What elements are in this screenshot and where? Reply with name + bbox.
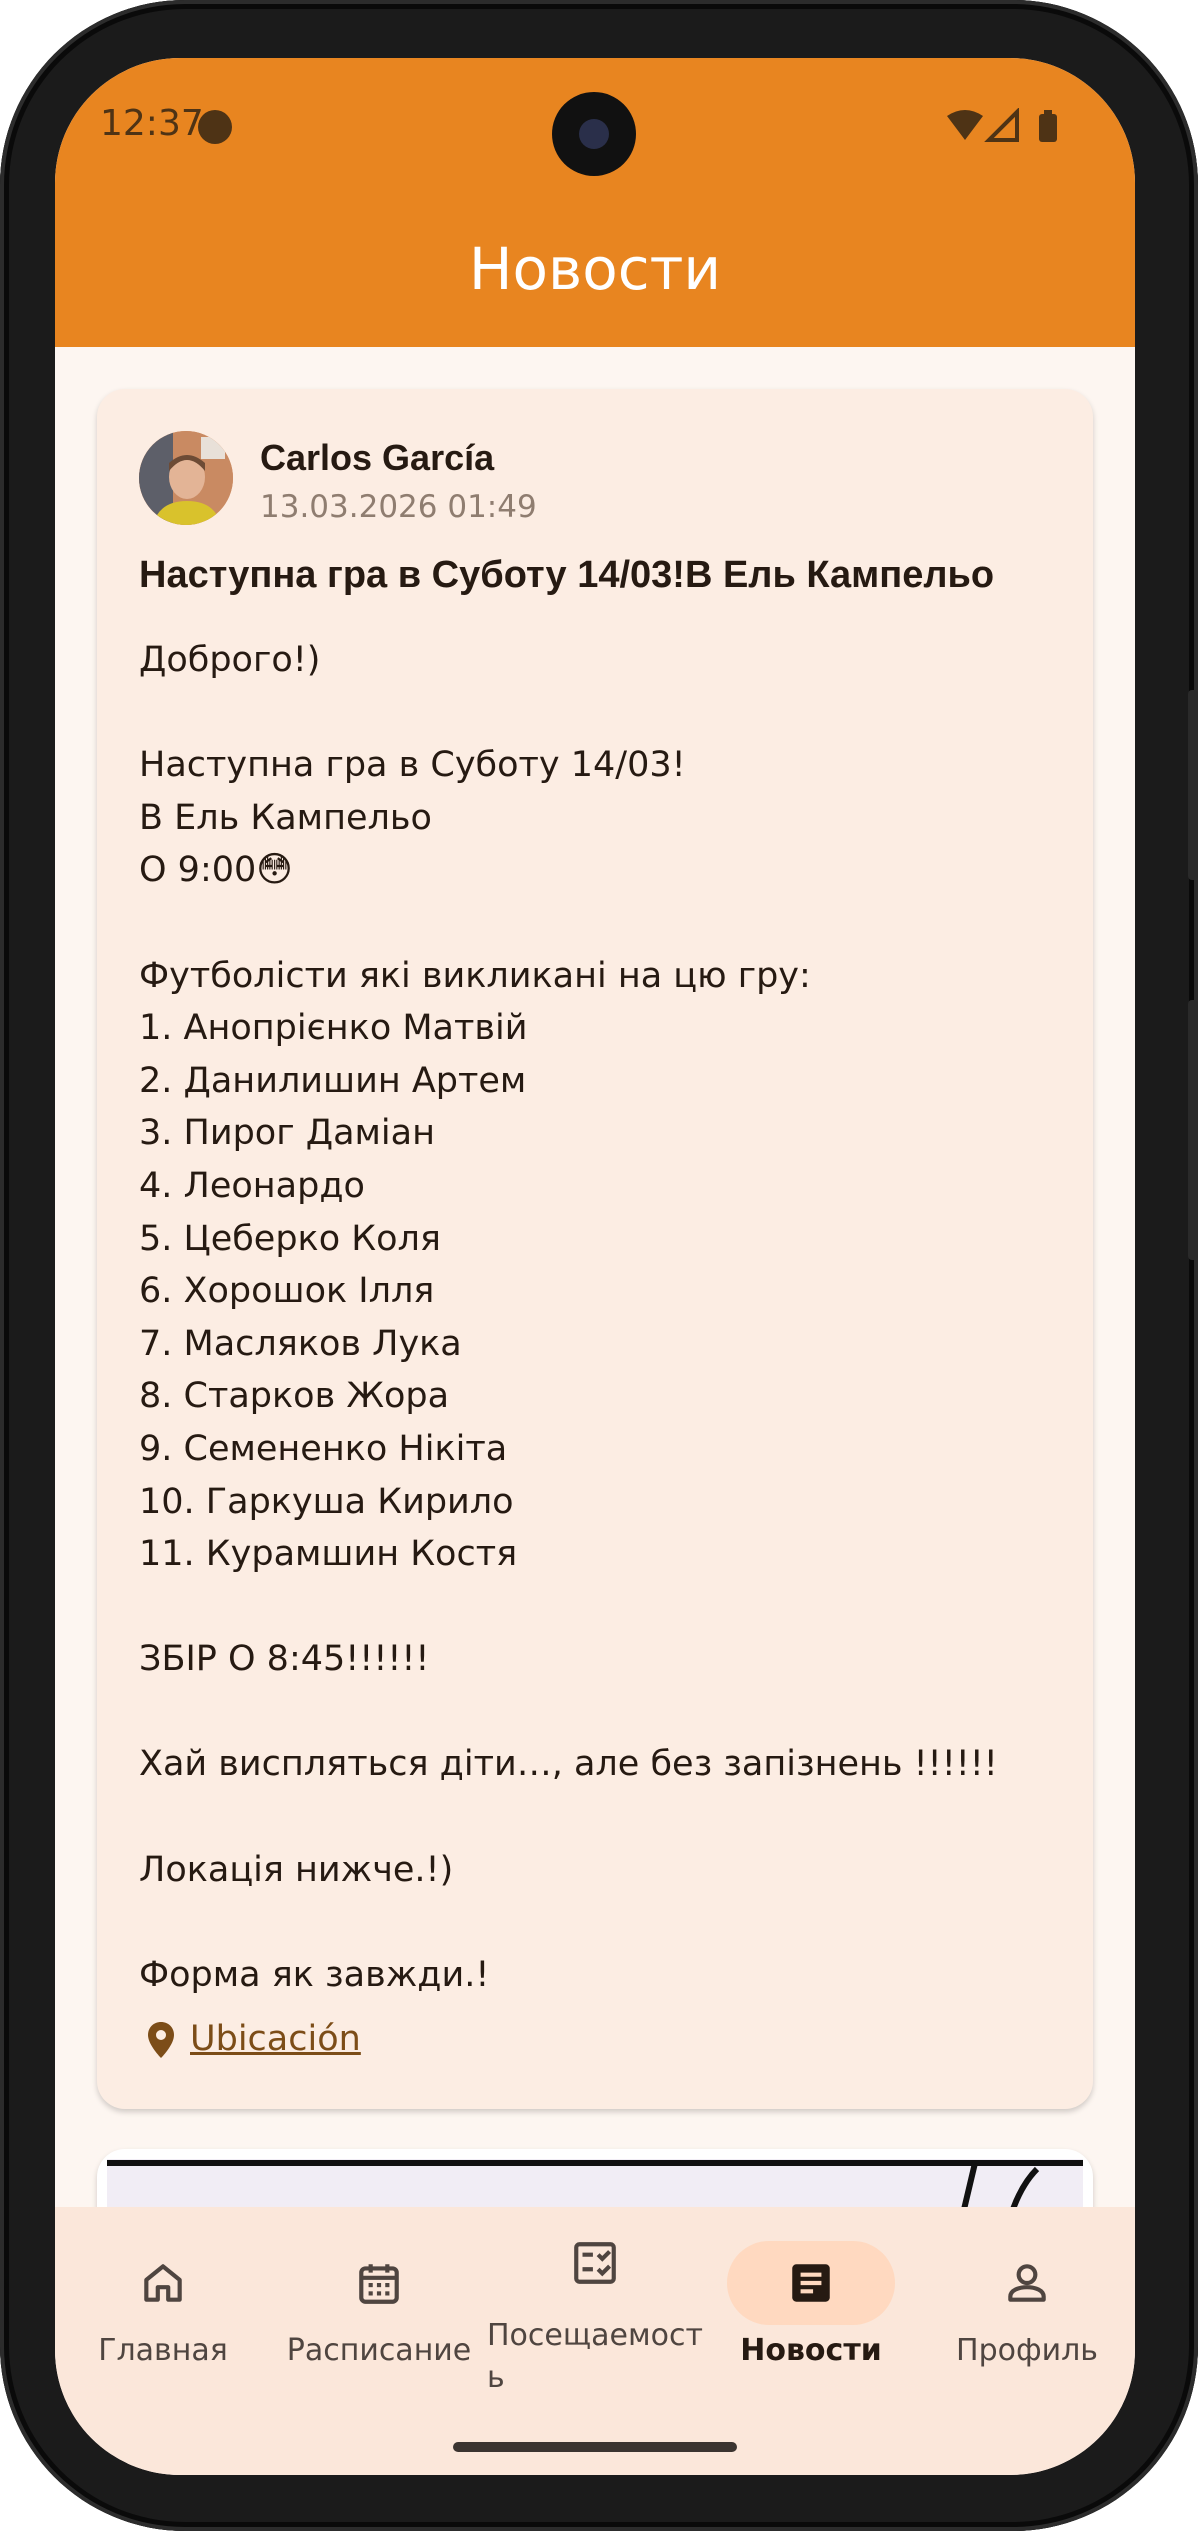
signal-icon	[984, 108, 1019, 142]
notification-dot-icon	[198, 110, 232, 144]
post-body: Доброго!) Наступна гра в Суботу 14/03! В…	[139, 640, 998, 1995]
phone-side-button	[1188, 1000, 1198, 1260]
front-camera	[552, 92, 636, 176]
nav-item-schedule[interactable]: Расписание	[271, 2207, 487, 2427]
nav-label: Главная	[98, 2333, 228, 2368]
author-name: Carlos García	[260, 437, 495, 478]
nav-item-news[interactable]: Новости	[703, 2207, 919, 2427]
nav-label: Посещаемость	[487, 2318, 703, 2395]
app-screen: 12:37 Новости Carlos García 13.03.2026 0…	[55, 58, 1135, 2475]
home-icon	[144, 2264, 182, 2302]
post-date: 13.03.2026 01:49	[260, 489, 537, 525]
page-title: Новости	[468, 235, 722, 303]
news-card[interactable]	[97, 2149, 1093, 2207]
wifi-icon	[947, 110, 983, 140]
author-avatar	[139, 431, 233, 525]
phone-side-button	[1188, 690, 1198, 880]
post-title: Наступна гра в Суботу 14/03!В Ель Кампел…	[139, 554, 995, 596]
location-pin-icon[interactable]	[147, 2021, 175, 2059]
profile-icon	[1008, 2264, 1046, 2302]
app-bar: 12:37 Новости	[55, 58, 1135, 347]
nav-item-home[interactable]: Главная	[55, 2207, 271, 2427]
news-feed[interactable]: Carlos García 13.03.2026 01:49 Наступна …	[55, 347, 1135, 2207]
nav-item-attendance[interactable]: Посещаемость	[487, 2207, 703, 2427]
nav-item-profile[interactable]: Профиль	[919, 2207, 1135, 2427]
nav-label: Расписание	[286, 2333, 472, 2368]
bottom-navigation: Главная Расписание Посещаемость Новости …	[55, 2207, 1135, 2475]
attendance-icon	[574, 2242, 616, 2284]
news-card-image	[107, 2159, 1083, 2207]
news-card[interactable]: Carlos García 13.03.2026 01:49 Наступна …	[97, 389, 1093, 2109]
location-link[interactable]: Ubicación	[190, 2019, 361, 2059]
news-icon	[792, 2264, 830, 2302]
calendar-icon	[359, 2264, 399, 2304]
status-icons	[947, 108, 1057, 142]
status-time: 12:37	[100, 103, 204, 144]
home-indicator[interactable]	[453, 2442, 737, 2452]
phone-frame: 12:37 Новости Carlos García 13.03.2026 0…	[0, 0, 1198, 2531]
nav-label: Новости	[740, 2333, 882, 2368]
battery-icon	[1039, 114, 1057, 142]
nav-label: Профиль	[956, 2333, 1098, 2368]
